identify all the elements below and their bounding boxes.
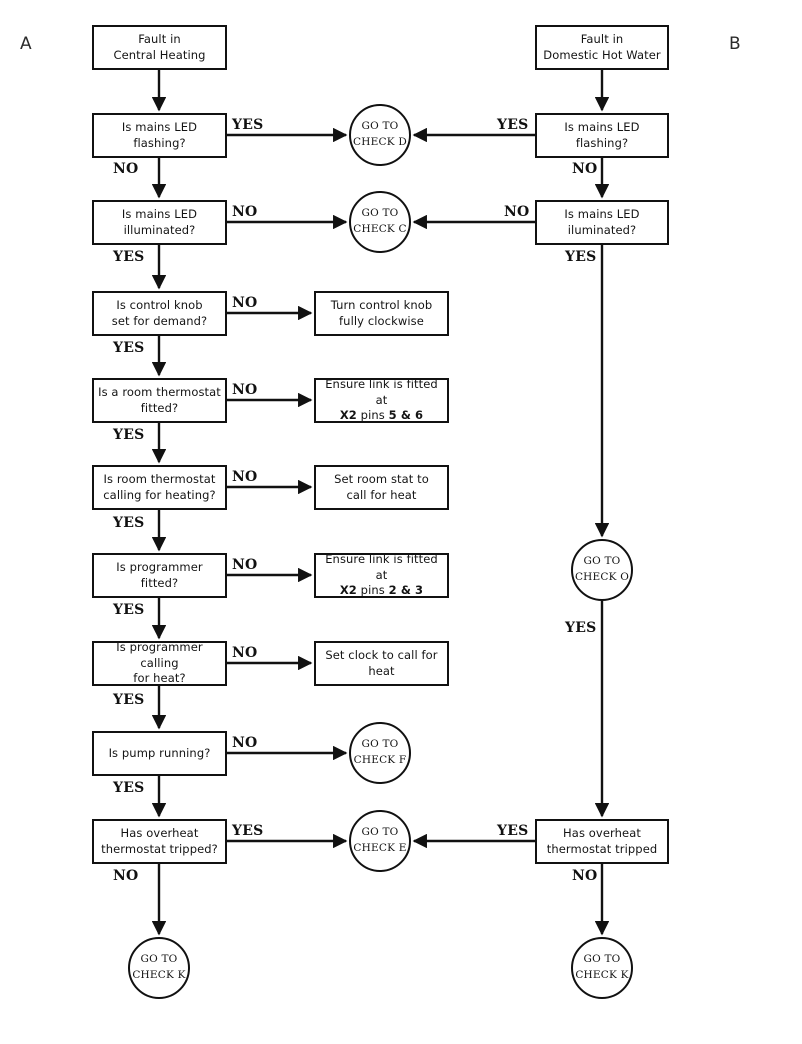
pin-connector: pins bbox=[356, 408, 389, 423]
node-label: Is a room thermostat fitted? bbox=[98, 384, 221, 415]
node-action-turn-control-knob[interactable]: Turn control knob fully clockwise bbox=[314, 291, 449, 336]
node-a-is-room-thermostat-fitted[interactable]: Is a room thermostat fitted? bbox=[92, 378, 227, 423]
node-a-has-overheat-thermostat-tripped[interactable]: Has overheat thermostat tripped? bbox=[92, 819, 227, 864]
node-label: Has overheat thermostat tripped? bbox=[101, 825, 218, 856]
edge-label-a-programmer-fitted-no: NO bbox=[232, 557, 258, 573]
node-label: Is room thermostat calling for heating? bbox=[103, 471, 216, 502]
node-action-ensure-link-x2-pins-5-6[interactable]: Ensure link is fitted at X2 pins 5 & 6 bbox=[314, 377, 449, 423]
connector-go-to-check-d[interactable]: GO TO CHECK D bbox=[349, 104, 411, 166]
node-label: Is programmer fitted? bbox=[116, 559, 203, 590]
node-fault-in-domestic-hot-water[interactable]: Fault in Domestic Hot Water bbox=[535, 25, 669, 70]
node-b-has-overheat-thermostat-tripped[interactable]: Has overheat thermostat tripped bbox=[535, 819, 669, 864]
edge-label-b-overheat-no: NO bbox=[572, 868, 598, 884]
node-label: Is mains LED illuminated? bbox=[121, 206, 198, 237]
pin-numbers: 5 & 6 bbox=[388, 408, 424, 423]
node-label: Ensure link is fitted at X2 pins 2 & 3 bbox=[325, 552, 438, 598]
edge-label-a-pump-yes: YES bbox=[113, 780, 145, 796]
connector-go-to-check-c[interactable]: GO TO CHECK C bbox=[349, 191, 411, 253]
node-a-is-room-thermostat-calling-for-heating[interactable]: Is room thermostat calling for heating? bbox=[92, 465, 227, 510]
node-a-is-pump-running[interactable]: Is pump running? bbox=[92, 731, 227, 776]
edge-label-a-programmer-calling-no: NO bbox=[232, 645, 258, 661]
node-a-is-control-knob-set-for-demand[interactable]: Is control knob set for demand? bbox=[92, 291, 227, 336]
connector-go-to-check-k-column-b[interactable]: GO TO CHECK K bbox=[571, 937, 633, 999]
edge-label-a-overheat-yes: YES bbox=[232, 823, 264, 839]
node-label: Is pump running? bbox=[108, 745, 211, 760]
edge-label-a-stat-calling-yes: YES bbox=[113, 515, 145, 531]
connector-label: GO TO CHECK K bbox=[575, 953, 629, 981]
edge-label-b-flashing-no: NO bbox=[572, 161, 598, 177]
pin-designator: X2 bbox=[339, 408, 357, 423]
node-action-set-clock-to-call-for-heat[interactable]: Set clock to call for heat bbox=[314, 641, 449, 686]
edge-label-a-knob-no: NO bbox=[232, 295, 258, 311]
node-fault-in-central-heating[interactable]: Fault in Central Heating bbox=[92, 25, 227, 70]
node-label: Is programmer calling for heat? bbox=[116, 640, 203, 686]
node-label: Fault in Domestic Hot Water bbox=[543, 31, 661, 62]
edge-label-b-check-o-yes: YES bbox=[565, 620, 597, 636]
node-a-is-programmer-calling-for-heat[interactable]: Is programmer calling for heat? bbox=[92, 640, 227, 686]
node-label: Set clock to call for heat bbox=[325, 647, 438, 678]
edge-label-a-flashing-no: NO bbox=[113, 161, 139, 177]
node-label: Set room stat to call for heat bbox=[334, 471, 429, 502]
node-a-is-mains-led-illuminated[interactable]: Is mains LED illuminated? bbox=[92, 200, 227, 245]
edge-label-a-stat-calling-no: NO bbox=[232, 469, 258, 485]
pin-connector: pins bbox=[356, 583, 389, 598]
connector-label: GO TO CHECK D bbox=[353, 120, 407, 148]
edge-label-a-illuminated-yes: YES bbox=[113, 249, 145, 265]
node-label: Is mains LED iluminated? bbox=[564, 206, 640, 237]
pin-designator: X2 bbox=[339, 583, 357, 598]
edge-label-a-programmer-calling-yes: YES bbox=[113, 692, 145, 708]
node-action-ensure-link-x2-pins-2-3[interactable]: Ensure link is fitted at X2 pins 2 & 3 bbox=[314, 552, 449, 598]
connector-go-to-check-o[interactable]: GO TO CHECK O bbox=[571, 539, 633, 601]
node-label: Is mains LED flashing? bbox=[564, 119, 640, 150]
node-label: Turn control knob fully clockwise bbox=[330, 297, 433, 328]
edge-label-b-illuminated-no: NO bbox=[504, 204, 530, 220]
node-label: Fault in Central Heating bbox=[113, 31, 206, 62]
node-label: Is mains LED flashing? bbox=[121, 119, 198, 150]
edge-label-a-stat-fitted-yes: YES bbox=[113, 427, 145, 443]
connector-label: GO TO CHECK E bbox=[353, 826, 407, 854]
edge-label-b-illuminated-yes: YES bbox=[565, 249, 597, 265]
node-label: Has overheat thermostat tripped bbox=[546, 825, 658, 856]
edge-label-a-overheat-no: NO bbox=[113, 868, 139, 884]
pin-numbers: 2 & 3 bbox=[388, 583, 424, 598]
connector-label: GO TO CHECK K bbox=[132, 953, 186, 981]
connector-label: GO TO CHECK F bbox=[353, 738, 407, 766]
edge-label-b-flashing-yes: YES bbox=[497, 117, 529, 133]
edge-label-a-illuminated-no: NO bbox=[232, 204, 258, 220]
connector-label: GO TO CHECK O bbox=[574, 555, 630, 583]
node-b-is-mains-led-flashing[interactable]: Is mains LED flashing? bbox=[535, 113, 669, 158]
node-b-is-mains-led-iluminated[interactable]: Is mains LED iluminated? bbox=[535, 200, 669, 245]
column-label-a: A bbox=[20, 34, 32, 54]
connector-go-to-check-e[interactable]: GO TO CHECK E bbox=[349, 810, 411, 872]
edge-label-a-knob-yes: YES bbox=[113, 340, 145, 356]
column-label-b: B bbox=[729, 34, 741, 54]
node-a-is-programmer-fitted[interactable]: Is programmer fitted? bbox=[92, 553, 227, 598]
connector-label: GO TO CHECK C bbox=[353, 207, 407, 235]
node-a-is-mains-led-flashing[interactable]: Is mains LED flashing? bbox=[92, 113, 227, 158]
edge-label-b-overheat-yes: YES bbox=[497, 823, 529, 839]
edge-label-a-flashing-yes: YES bbox=[232, 117, 264, 133]
node-label: Is control knob set for demand? bbox=[111, 297, 208, 328]
node-action-set-room-stat-to-call-for-heat[interactable]: Set room stat to call for heat bbox=[314, 465, 449, 510]
edge-label-a-programmer-fitted-yes: YES bbox=[113, 602, 145, 618]
connector-go-to-check-f[interactable]: GO TO CHECK F bbox=[349, 722, 411, 784]
flowchart-canvas: A B Fault in Central Heating Is mains LE… bbox=[0, 0, 802, 1044]
node-label: Ensure link is fitted at X2 pins 5 & 6 bbox=[325, 377, 438, 423]
edge-label-a-stat-fitted-no: NO bbox=[232, 382, 258, 398]
edge-label-a-pump-no: NO bbox=[232, 735, 258, 751]
connector-go-to-check-k-column-a[interactable]: GO TO CHECK K bbox=[128, 937, 190, 999]
